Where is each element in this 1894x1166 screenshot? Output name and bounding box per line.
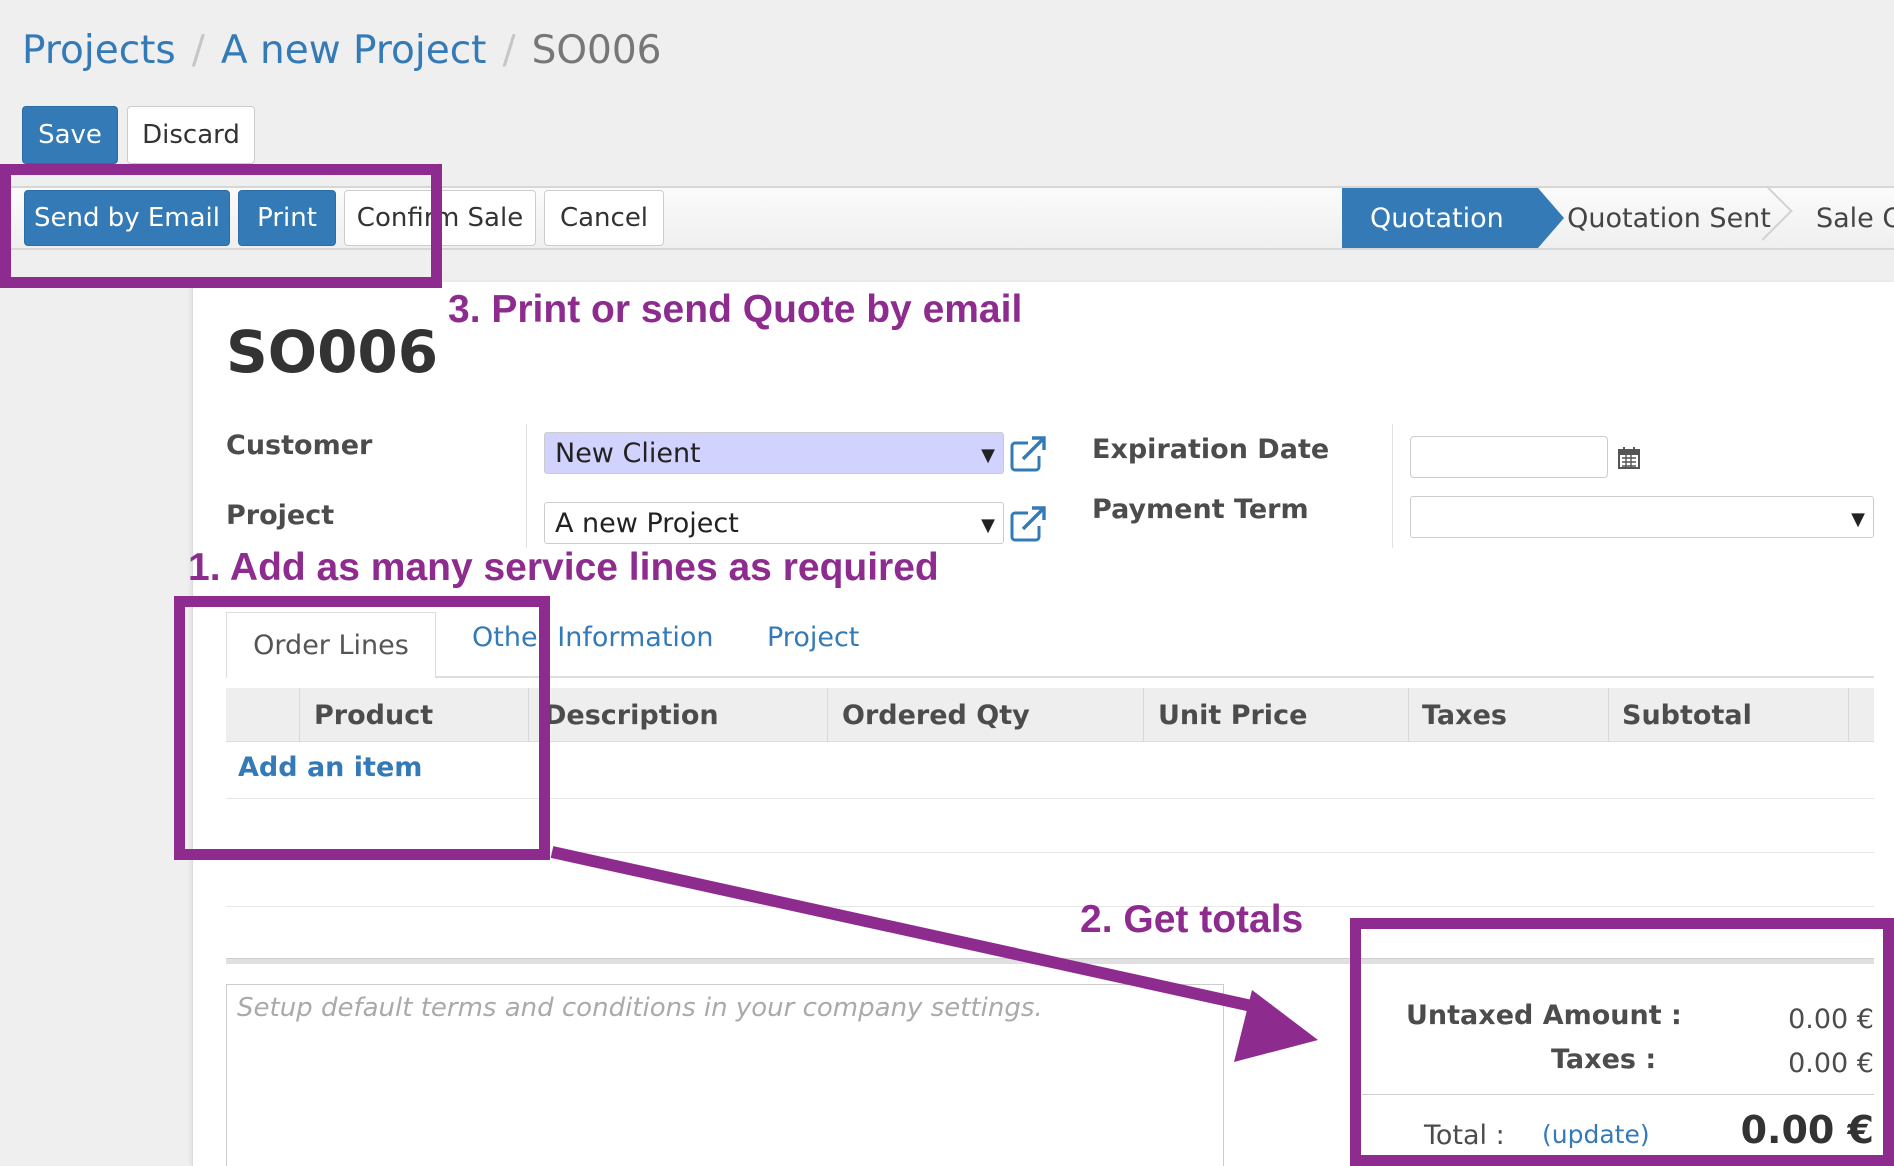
column-divider <box>1143 688 1144 742</box>
status-sale-order[interactable]: Sale O <box>1816 188 1894 248</box>
calendar-icon[interactable] <box>1617 446 1641 470</box>
breadcrumb-current: SO006 <box>531 27 662 73</box>
column-divider <box>1848 688 1849 742</box>
document-title: SO006 <box>226 318 439 386</box>
column-divider <box>827 688 828 742</box>
caret-down-icon: ▼ <box>981 445 995 466</box>
discard-button[interactable]: Discard <box>127 106 255 164</box>
breadcrumb: Projects / A new Project / SO006 <box>22 22 661 78</box>
column-divider <box>1608 688 1609 742</box>
statusbar: Quotation Quotation Sent Sale O <box>1342 188 1894 248</box>
external-link-icon[interactable] <box>1008 434 1048 474</box>
external-link-icon[interactable] <box>1008 504 1048 544</box>
expiration-date-label: Expiration Date <box>1092 434 1330 465</box>
column-ordered-qty[interactable]: Ordered Qty <box>842 688 1030 742</box>
column-taxes[interactable]: Taxes <box>1422 688 1507 742</box>
table-row <box>226 906 1874 907</box>
breadcrumb-project[interactable]: A new Project <box>221 28 487 73</box>
tab-project[interactable]: Project <box>767 622 859 653</box>
breadcrumb-separator: / <box>191 27 205 73</box>
annotation-box-order-lines <box>174 596 550 860</box>
cancel-button[interactable]: Cancel <box>544 190 664 246</box>
payment-term-select[interactable]: ▼ <box>1410 496 1874 538</box>
project-label: Project <box>226 500 335 531</box>
payment-term-label: Payment Term <box>1092 494 1309 525</box>
terms-notes-field[interactable]: Setup default terms and conditions in yo… <box>226 984 1224 1166</box>
breadcrumb-separator: / <box>502 27 516 73</box>
column-divider <box>1408 688 1409 742</box>
customer-value: New Client <box>555 437 701 469</box>
customer-select[interactable]: New Client ▼ <box>544 432 1004 474</box>
field-divider <box>1392 424 1393 548</box>
project-select[interactable]: A new Project ▼ <box>544 502 1004 544</box>
annotation-step3: 3. Print or send Quote by email <box>448 288 1023 331</box>
breadcrumb-projects[interactable]: Projects <box>22 28 176 73</box>
caret-down-icon: ▼ <box>981 515 995 536</box>
status-active-arrow <box>1538 188 1564 248</box>
caret-down-icon: ▼ <box>1851 509 1865 530</box>
customer-label: Customer <box>226 430 373 461</box>
column-unit-price[interactable]: Unit Price <box>1158 688 1307 742</box>
project-value: A new Project <box>555 507 739 539</box>
status-quotation[interactable]: Quotation <box>1342 188 1538 248</box>
annotation-step1: 1. Add as many service lines as required <box>188 546 939 589</box>
save-button[interactable]: Save <box>22 106 118 164</box>
terms-placeholder: Setup default terms and conditions in yo… <box>237 993 1043 1023</box>
annotation-step2: 2. Get totals <box>1080 898 1304 941</box>
annotation-box-buttons <box>0 164 442 288</box>
column-description[interactable]: Description <box>544 688 719 742</box>
column-subtotal[interactable]: Subtotal <box>1622 688 1752 742</box>
expiration-date-input[interactable] <box>1410 436 1608 478</box>
field-divider <box>526 424 527 548</box>
annotation-box-totals <box>1350 918 1894 1166</box>
